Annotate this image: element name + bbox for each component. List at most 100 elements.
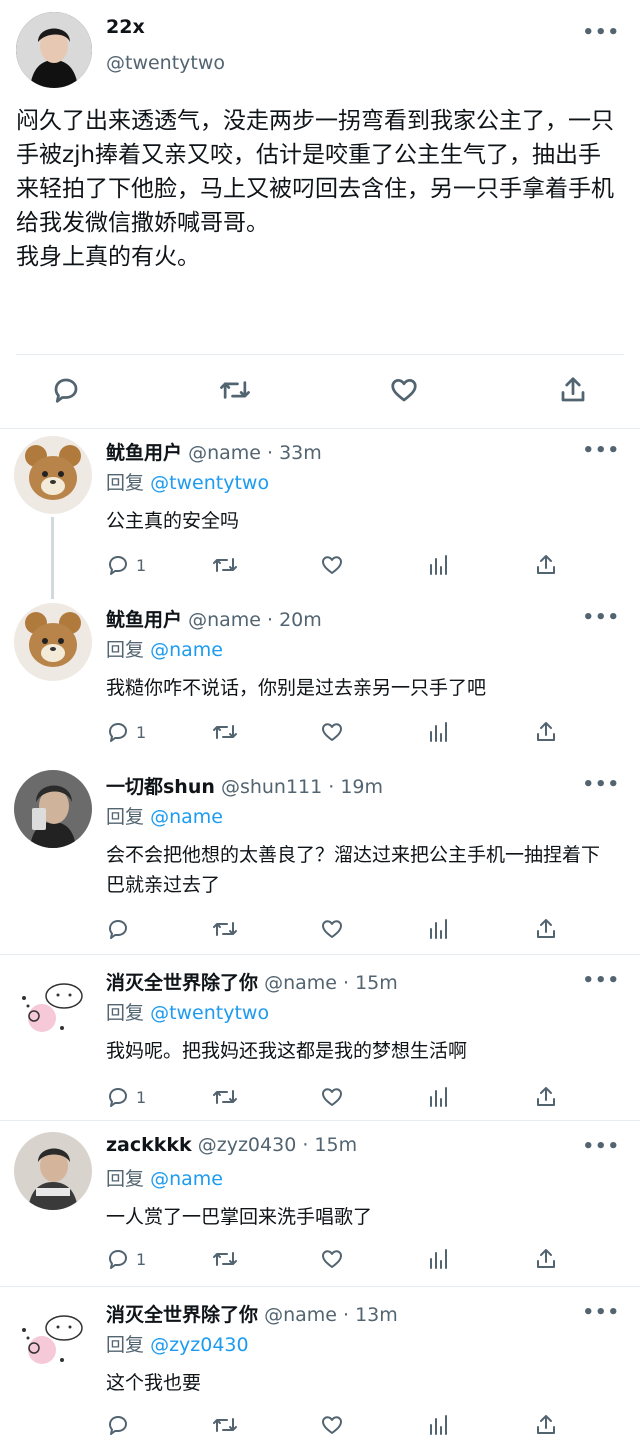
divider bbox=[16, 354, 624, 355]
retweet-icon[interactable] bbox=[212, 914, 238, 944]
reply-mention[interactable]: @name bbox=[150, 1168, 223, 1190]
like-icon[interactable] bbox=[320, 717, 344, 747]
reply-tweet[interactable]: 鱿鱼用户 @name · 33m ••• 回复 @twentytwo 公主真的安… bbox=[0, 428, 640, 594]
reply-text: 一人赏了一巴掌回来洗手唱歌了 bbox=[106, 1206, 373, 1228]
reply-actions: 1 bbox=[0, 1244, 640, 1274]
retweet-icon[interactable] bbox=[212, 717, 238, 747]
reply-header: 消灭全世界除了你 @name · 15m bbox=[106, 968, 398, 995]
avatar[interactable] bbox=[14, 770, 92, 848]
reply-icon[interactable] bbox=[106, 914, 136, 944]
avatar[interactable] bbox=[14, 1132, 92, 1210]
like-icon[interactable] bbox=[320, 914, 344, 944]
analytics-icon[interactable] bbox=[428, 717, 450, 747]
like-icon[interactable] bbox=[320, 1244, 344, 1274]
share-icon[interactable] bbox=[534, 717, 558, 747]
reply-prefix: 回复 bbox=[106, 806, 145, 828]
reply-meta: @name · 20m bbox=[188, 609, 322, 631]
more-options-icon[interactable]: ••• bbox=[582, 22, 620, 43]
reply-prefix: 回复 bbox=[106, 1002, 145, 1024]
replying-to: 回复 @zyz0430 bbox=[106, 1330, 249, 1357]
reply-tweet[interactable]: 一切都shun @shun111 · 19m ••• 回复 @name 会不会把… bbox=[0, 762, 640, 952]
reply-text: 我妈呢。把我妈还我这都是我的梦想生活啊 bbox=[106, 1040, 468, 1062]
avatar[interactable] bbox=[14, 603, 92, 681]
reply-actions bbox=[0, 1410, 640, 1440]
reply-meta: @name · 33m bbox=[188, 442, 322, 464]
like-icon[interactable] bbox=[320, 1082, 344, 1112]
reply-icon[interactable] bbox=[106, 1410, 136, 1440]
reply-mention[interactable]: @name bbox=[150, 639, 223, 661]
reply-actions bbox=[0, 914, 640, 944]
replying-to: 回复 @name bbox=[106, 802, 223, 829]
reply-count: 1 bbox=[136, 555, 147, 575]
analytics-icon[interactable] bbox=[428, 1082, 450, 1112]
reply-tweet[interactable]: zackkkk @zyz0430 · 15m ••• 回复 @name 一人赏了… bbox=[0, 1124, 640, 1290]
reply-text: 这个我也要 bbox=[106, 1372, 202, 1394]
reply-tweet[interactable]: 消灭全世界除了你 @name · 13m ••• 回复 @zyz0430 这个我… bbox=[0, 1290, 640, 1452]
reply-author-name[interactable]: 鱿鱼用户 bbox=[106, 609, 182, 631]
like-icon[interactable] bbox=[320, 1410, 344, 1440]
reply-mention[interactable]: @twentytwo bbox=[150, 472, 269, 494]
analytics-icon[interactable] bbox=[428, 550, 450, 580]
share-icon[interactable] bbox=[555, 370, 591, 410]
share-icon[interactable] bbox=[534, 1244, 558, 1274]
reply-author-name[interactable]: 鱿鱼用户 bbox=[106, 442, 182, 464]
share-icon[interactable] bbox=[534, 1410, 558, 1440]
reply-count: 1 bbox=[136, 722, 147, 742]
reply-prefix: 回复 bbox=[106, 1168, 145, 1190]
author-avatar[interactable] bbox=[16, 12, 92, 88]
reply-tweet[interactable]: 鱿鱼用户 @name · 20m ••• 回复 @name 我糙你咋不说话，你别… bbox=[0, 595, 640, 755]
reply-text: 会不会把他想的太善良了？溜达过来把公主手机一抽捏着下巴就亲过去了 bbox=[106, 844, 601, 896]
reply-actions: 1 bbox=[0, 1082, 640, 1112]
reply-mention[interactable]: @name bbox=[150, 806, 223, 828]
reply-icon[interactable]: 1 bbox=[106, 550, 146, 580]
replying-to: 回复 @name bbox=[106, 1164, 223, 1191]
reply-actions: 1 bbox=[0, 550, 640, 580]
author-name[interactable]: 22x bbox=[106, 16, 145, 38]
more-options-icon[interactable]: ••• bbox=[582, 774, 620, 795]
reply-author-name[interactable]: 消灭全世界除了你 bbox=[106, 1304, 258, 1326]
replying-to: 回复 @twentytwo bbox=[106, 468, 269, 495]
share-icon[interactable] bbox=[534, 550, 558, 580]
avatar[interactable] bbox=[14, 1298, 92, 1376]
share-icon[interactable] bbox=[534, 1082, 558, 1112]
like-icon[interactable] bbox=[386, 370, 422, 410]
share-icon[interactable] bbox=[534, 914, 558, 944]
avatar[interactable] bbox=[14, 966, 92, 1044]
reply-author-name[interactable]: 一切都shun bbox=[106, 776, 215, 798]
retweet-icon[interactable] bbox=[212, 1244, 238, 1274]
analytics-icon[interactable] bbox=[428, 1410, 450, 1440]
more-options-icon[interactable]: ••• bbox=[582, 607, 620, 628]
retweet-icon[interactable] bbox=[217, 370, 253, 410]
retweet-icon[interactable] bbox=[212, 1410, 238, 1440]
like-icon[interactable] bbox=[320, 550, 344, 580]
reply-author-name[interactable]: 消灭全世界除了你 bbox=[106, 972, 258, 994]
reply-author-name[interactable]: zackkkk bbox=[106, 1134, 192, 1156]
reply-header: 消灭全世界除了你 @name · 13m bbox=[106, 1300, 398, 1327]
more-options-icon[interactable]: ••• bbox=[582, 970, 620, 991]
tweet-text: 闷久了出来透透气，没走两步一拐弯看到我家公主了，一只手被zjh捧着又亲又咬，估计… bbox=[16, 108, 614, 270]
reply-count: 1 bbox=[136, 1249, 147, 1269]
reply-mention[interactable]: @zyz0430 bbox=[150, 1334, 249, 1356]
reply-icon[interactable]: 1 bbox=[106, 1082, 146, 1112]
analytics-icon[interactable] bbox=[428, 1244, 450, 1274]
reply-icon[interactable]: 1 bbox=[106, 717, 146, 747]
replying-to: 回复 @name bbox=[106, 635, 223, 662]
reply-text: 公主真的安全吗 bbox=[106, 510, 240, 532]
reply-meta: @name · 15m bbox=[264, 972, 398, 994]
retweet-icon[interactable] bbox=[212, 1082, 238, 1112]
reply-icon[interactable] bbox=[48, 370, 84, 410]
more-options-icon[interactable]: ••• bbox=[582, 440, 620, 461]
reply-header: 鱿鱼用户 @name · 33m bbox=[106, 438, 322, 465]
reply-header: 鱿鱼用户 @name · 20m bbox=[106, 605, 322, 632]
more-options-icon[interactable]: ••• bbox=[582, 1302, 620, 1323]
replying-to: 回复 @twentytwo bbox=[106, 998, 269, 1025]
retweet-icon[interactable] bbox=[212, 550, 238, 580]
reply-mention[interactable]: @twentytwo bbox=[150, 1002, 269, 1024]
reply-tweet[interactable]: 消灭全世界除了你 @name · 15m ••• 回复 @twentytwo 我… bbox=[0, 958, 640, 1124]
more-options-icon[interactable]: ••• bbox=[582, 1136, 620, 1157]
analytics-icon[interactable] bbox=[428, 914, 450, 944]
author-handle[interactable]: @twentytwo bbox=[106, 52, 225, 74]
reply-icon[interactable]: 1 bbox=[106, 1244, 146, 1274]
reply-text: 我糙你咋不说话，你别是过去亲另一只手了吧 bbox=[106, 677, 487, 699]
avatar[interactable] bbox=[14, 436, 92, 514]
